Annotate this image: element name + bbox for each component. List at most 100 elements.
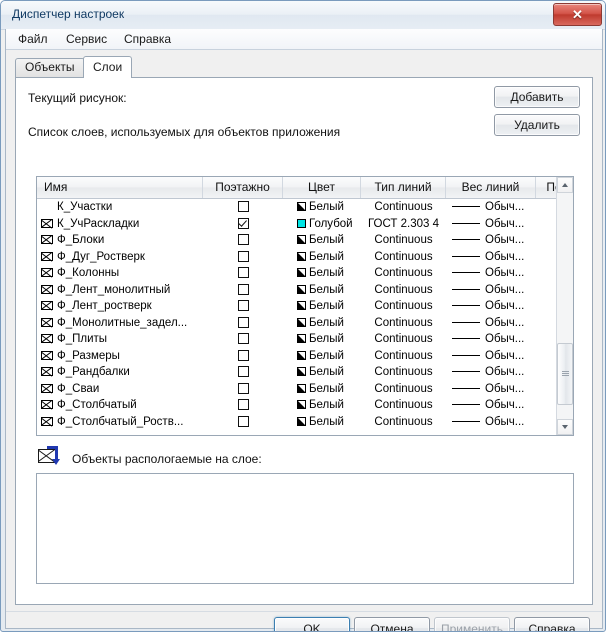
menu-item-1[interactable]: Файл [14, 32, 52, 46]
by-floor-checkbox[interactable] [237, 300, 249, 312]
line-weight-cell[interactable]: Обыч... [446, 364, 536, 381]
delete-button[interactable]: Удалить [494, 114, 580, 136]
line-weight-cell[interactable]: Обыч... [446, 199, 536, 216]
line-type-cell[interactable]: Continuous [361, 232, 446, 249]
color-cell[interactable]: Белый [283, 414, 361, 431]
line-type-cell[interactable]: Continuous [361, 331, 446, 348]
objects-on-layer-list[interactable] [36, 473, 574, 584]
table-row[interactable]: Ф_Столбчатый_Роств... Белый Continuous Обыч… [37, 414, 573, 431]
line-type-cell[interactable]: Continuous [361, 265, 446, 282]
layer-name-cell[interactable]: К_УчРаскладки [37, 216, 203, 233]
by-floor-cell[interactable] [203, 232, 283, 249]
by-floor-checkbox[interactable] [237, 333, 249, 345]
layer-name-cell[interactable]: Ф_Дуг_Ростверк [37, 249, 203, 266]
by-floor-cell[interactable] [203, 364, 283, 381]
line-weight-cell[interactable]: Обыч... [446, 298, 536, 315]
color-cell[interactable]: Белый [283, 232, 361, 249]
layer-name-cell[interactable]: Ф_Плиты [37, 331, 203, 348]
scrollbar-thumb[interactable] [557, 343, 573, 405]
scrollbar-track[interactable] [557, 193, 573, 419]
table-row[interactable]: К_Участки Белый Continuous Обыч... [37, 199, 573, 216]
line-weight-cell[interactable]: Обыч... [446, 331, 536, 348]
grid-header-line_type[interactable]: Тип линий [361, 177, 446, 198]
by-floor-cell[interactable] [203, 282, 283, 299]
line-type-cell[interactable]: Continuous [361, 282, 446, 299]
line-type-cell[interactable]: Continuous [361, 348, 446, 365]
table-row[interactable]: Ф_Дуг_Ростверк Белый Continuous Обыч... [37, 249, 573, 266]
by-floor-checkbox[interactable] [237, 267, 249, 279]
line-weight-cell[interactable]: Обыч... [446, 265, 536, 282]
line-weight-cell[interactable]: Обыч... [446, 232, 536, 249]
line-weight-cell[interactable]: Обыч... [446, 282, 536, 299]
table-row[interactable]: Ф_Лент_ростверк Белый Continuous Обыч... [37, 298, 573, 315]
by-floor-checkbox[interactable] [237, 349, 249, 361]
line-weight-cell[interactable]: Обыч... [446, 414, 536, 431]
line-type-cell[interactable]: Continuous [361, 364, 446, 381]
by-floor-cell[interactable] [203, 397, 283, 414]
by-floor-checkbox[interactable] [237, 399, 249, 411]
tab-objects[interactable]: Объекты [15, 58, 85, 77]
line-type-cell[interactable]: Continuous [361, 414, 446, 431]
line-type-cell[interactable]: Continuous [361, 397, 446, 414]
table-row[interactable]: Ф_Плиты Белый Continuous Обыч... [37, 331, 573, 348]
by-floor-cell[interactable] [203, 348, 283, 365]
by-floor-checkbox[interactable] [237, 366, 249, 378]
grid-header-by_floor[interactable]: Поэтажно [203, 177, 283, 198]
ok-button[interactable]: OK [274, 617, 350, 631]
by-floor-checkbox[interactable] [237, 250, 249, 262]
by-floor-cell[interactable] [203, 381, 283, 398]
by-floor-checkbox[interactable] [237, 382, 249, 394]
by-floor-checkbox[interactable] [237, 201, 249, 213]
grid-header-name[interactable]: Имя [37, 177, 203, 198]
color-cell[interactable]: Голубой [283, 216, 361, 233]
line-type-cell[interactable]: Continuous [361, 381, 446, 398]
layer-name-cell[interactable]: Ф_Столбчатый_Роств... [37, 414, 203, 431]
table-row[interactable]: Ф_Лент_монолитный Белый Continuous Обыч... [37, 282, 573, 299]
color-cell[interactable]: Белый [283, 397, 361, 414]
line-type-cell[interactable]: ГОСТ 2.303 4 [361, 216, 446, 233]
table-row[interactable]: Ф_Сваи Белый Continuous Обыч... [37, 381, 573, 398]
by-floor-checkbox[interactable] [237, 234, 249, 246]
line-type-cell[interactable]: Continuous [361, 315, 446, 332]
line-weight-cell[interactable]: Обыч... [446, 315, 536, 332]
by-floor-checkbox[interactable] [237, 316, 249, 328]
table-row[interactable]: К_УчРаскладки Голубой ГОСТ 2.303 4 Обыч... [37, 216, 573, 233]
layer-name-cell[interactable]: Ф_Столбчатый [37, 397, 203, 414]
line-type-cell[interactable]: Continuous [361, 199, 446, 216]
by-floor-checkbox[interactable] [237, 283, 249, 295]
by-floor-checkbox[interactable] [237, 415, 249, 427]
line-weight-cell[interactable]: Обыч... [446, 397, 536, 414]
close-button[interactable]: ✕ [553, 3, 602, 26]
color-cell[interactable]: Белый [283, 348, 361, 365]
line-weight-cell[interactable]: Обыч... [446, 249, 536, 266]
color-cell[interactable]: Белый [283, 364, 361, 381]
table-row[interactable]: Ф_Монолитные_задел... Белый Continuous Обыч… [37, 315, 573, 332]
color-cell[interactable]: Белый [283, 315, 361, 332]
table-row[interactable]: Ф_Рандбалки Белый Continuous Обыч... [37, 364, 573, 381]
layer-name-cell[interactable]: Ф_Лент_ростверк [37, 298, 203, 315]
by-floor-cell[interactable] [203, 414, 283, 431]
layer-name-cell[interactable]: Ф_Рандбалки [37, 364, 203, 381]
color-cell[interactable]: Белый [283, 298, 361, 315]
color-cell[interactable]: Белый [283, 331, 361, 348]
grid-header-color[interactable]: Цвет [283, 177, 361, 198]
layer-name-cell[interactable]: Ф_Монолитные_задел... [37, 315, 203, 332]
table-row[interactable]: Ф_Размеры Белый Continuous Обыч... [37, 348, 573, 365]
layer-name-cell[interactable]: К_Участки [37, 199, 203, 216]
tab-layers[interactable]: Слои [83, 56, 133, 78]
layer-name-cell[interactable]: Ф_Размеры [37, 348, 203, 365]
add-button[interactable]: Добавить [494, 86, 580, 108]
help-button[interactable]: Справка [514, 617, 590, 631]
layer-name-cell[interactable]: Ф_Блоки [37, 232, 203, 249]
by-floor-cell[interactable] [203, 298, 283, 315]
cancel-button[interactable]: Отмена [354, 617, 430, 631]
line-weight-cell[interactable]: Обыч... [446, 381, 536, 398]
by-floor-cell[interactable] [203, 265, 283, 282]
layer-name-cell[interactable]: Ф_Лент_монолитный [37, 282, 203, 299]
scroll-up-button[interactable] [557, 177, 573, 193]
grid-vertical-scrollbar[interactable] [556, 177, 573, 435]
scroll-down-button[interactable] [557, 419, 573, 435]
line-type-cell[interactable]: Continuous [361, 298, 446, 315]
color-cell[interactable]: Белый [283, 282, 361, 299]
by-floor-cell[interactable] [203, 199, 283, 216]
